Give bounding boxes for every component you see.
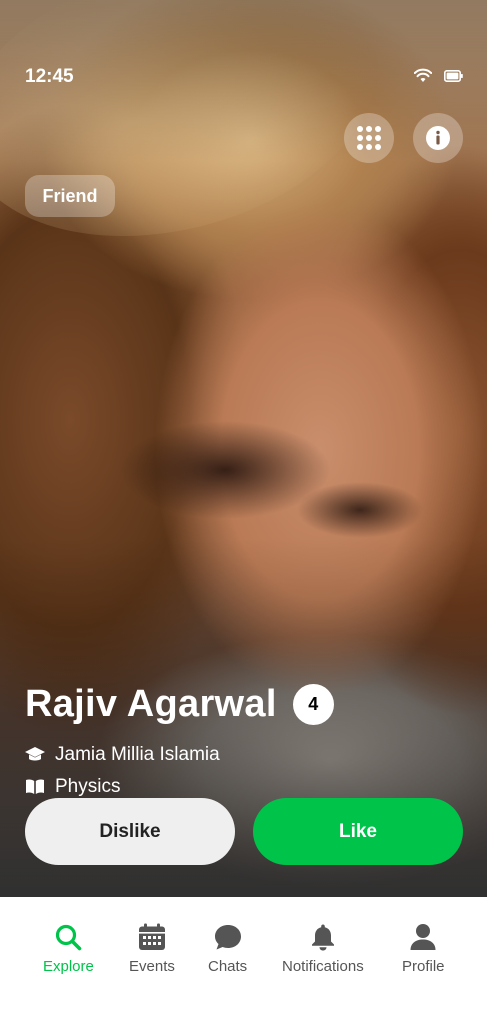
tab-label: Explore: [43, 958, 94, 975]
graduation-cap-icon: [25, 747, 45, 761]
profile-name: Rajiv Agarwal: [25, 683, 277, 725]
like-button[interactable]: Like: [253, 798, 463, 865]
search-icon: [56, 924, 82, 951]
dislike-button[interactable]: Dislike: [25, 798, 235, 865]
count-badge: 4: [292, 684, 334, 725]
tab-label: Events: [129, 958, 175, 975]
subject-text: Physics: [55, 776, 121, 797]
tab-explore[interactable]: Explore: [43, 923, 94, 975]
tab-label: Chats: [208, 958, 248, 975]
info-icon: [426, 126, 450, 150]
status-time: 12:45: [25, 66, 74, 87]
tab-chats[interactable]: Chats: [208, 923, 247, 975]
battery-icon: [444, 70, 463, 82]
status-bar: 12:45: [0, 0, 487, 110]
relationship-tag: Friend: [25, 175, 115, 217]
profile-name-row: Rajiv Agarwal 4: [25, 683, 334, 726]
subject-line: Physics: [25, 776, 120, 798]
tab-notifications[interactable]: Notifications: [282, 923, 364, 975]
university-text: Jamia Millia Islamia: [55, 744, 220, 765]
user-icon: [410, 924, 436, 950]
tab-label: Notifications: [282, 958, 364, 975]
grid-icon: [357, 126, 381, 150]
university-line: Jamia Millia Islamia: [25, 744, 220, 766]
wifi-icon: [414, 68, 432, 82]
book-icon: [26, 779, 44, 794]
bottom-tab-bar: Explore Events Chats Notifications Profi…: [0, 897, 487, 1015]
tab-label: Profile: [402, 958, 445, 975]
menu-grid-button[interactable]: [344, 113, 394, 163]
chat-icon: [214, 925, 241, 950]
info-button[interactable]: [413, 113, 463, 163]
tab-events[interactable]: Events: [129, 923, 175, 975]
tab-profile[interactable]: Profile: [402, 923, 445, 975]
bell-icon: [311, 924, 334, 951]
calendar-icon: [138, 923, 165, 950]
